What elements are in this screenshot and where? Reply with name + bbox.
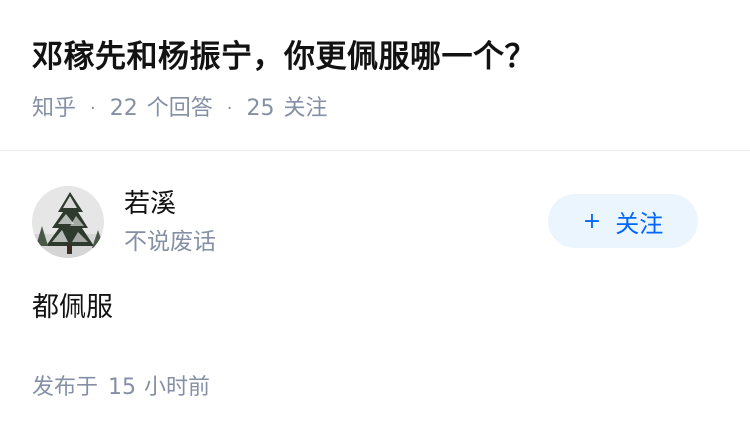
question-header: 邓稼先和杨振宁，你更佩服哪一个？ 知乎 · 22 个回答 · 25 关注 xyxy=(32,34,732,125)
follower-count: 25 xyxy=(246,96,275,121)
answer-count-label[interactable]: 个回答 xyxy=(147,93,213,125)
question-meta: 知乎 · 22 个回答 · 25 关注 xyxy=(32,93,732,125)
publish-prefix: 发布于 xyxy=(32,375,99,400)
answer-page: 邓稼先和杨振宁，你更佩服哪一个？ 知乎 · 22 个回答 · 25 关注 若溪 … xyxy=(0,0,750,438)
publish-number: 15 xyxy=(108,375,137,400)
publish-time: 发布于 15 小时前 xyxy=(32,372,210,404)
meta-separator: · xyxy=(90,98,96,119)
section-divider xyxy=(0,150,750,151)
follow-button-label: 关注 xyxy=(615,209,664,238)
answer-content: 都佩服 xyxy=(32,292,113,323)
meta-separator: · xyxy=(226,98,233,119)
follow-button[interactable]: + 关注 xyxy=(548,194,698,248)
author-headline: 不说废话 xyxy=(124,229,216,255)
plus-icon: + xyxy=(582,208,602,234)
site-name[interactable]: 知乎 xyxy=(32,93,76,125)
author-card: 若溪 不说废话 + 关注 xyxy=(32,186,718,258)
publish-suffix: 小时前 xyxy=(144,375,211,400)
snowy-tree-avatar-icon xyxy=(32,186,104,258)
author-name[interactable]: 若溪 xyxy=(124,186,176,222)
follower-count-label[interactable]: 关注 xyxy=(284,93,328,125)
avatar[interactable] xyxy=(32,186,104,258)
answer-count: 22 xyxy=(109,96,138,121)
question-title[interactable]: 邓稼先和杨振宁，你更佩服哪一个？ xyxy=(32,34,732,80)
